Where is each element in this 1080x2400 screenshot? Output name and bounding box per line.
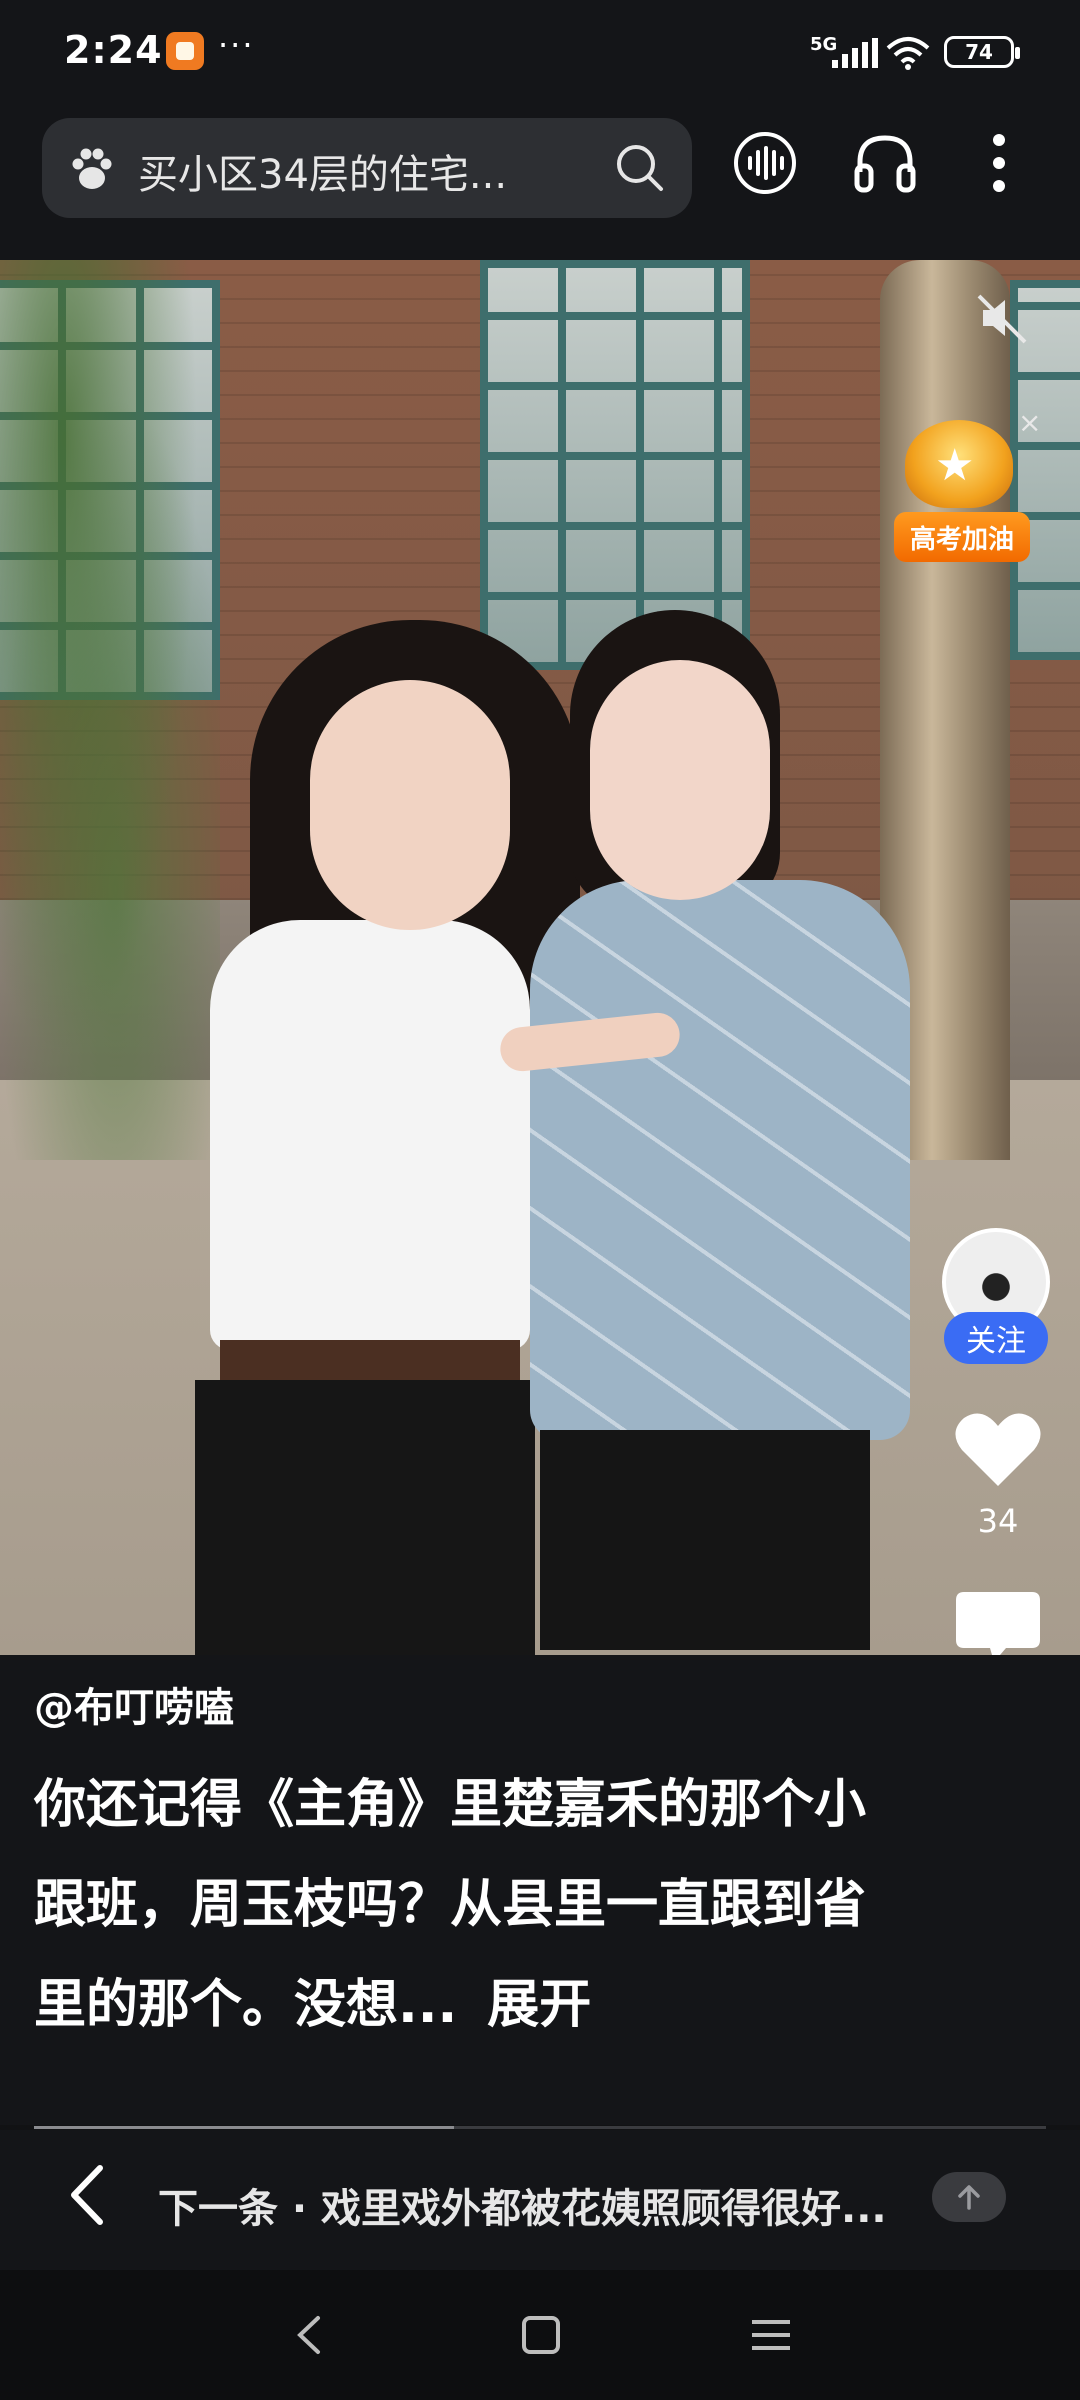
mute-icon[interactable] <box>975 290 1031 346</box>
post-description[interactable]: 你还记得《主角》里楚嘉禾的那个小跟班，周玉枝吗？从县里一直跟到省里的那个。没想.… <box>34 1755 894 2055</box>
search-icon[interactable] <box>612 140 668 196</box>
back-arrow-icon[interactable] <box>62 2160 112 2230</box>
author-name[interactable]: @布叮唠嗑 <box>34 1675 234 1733</box>
close-icon[interactable]: × <box>1018 406 1041 439</box>
description-text: 你还记得《主角》里楚嘉禾的那个小跟班，周玉枝吗？从县里一直跟到省里的那个。没想.… <box>34 1775 867 2035</box>
like-count: 34 <box>977 1502 1019 1540</box>
person-right-jacket <box>530 880 910 1440</box>
star-icon: ★ <box>935 440 975 491</box>
more-notifications-indicator: ··· <box>218 26 255 64</box>
window <box>480 260 750 670</box>
system-navigation-bar <box>0 2270 1080 2400</box>
arrow-up-icon <box>958 2185 980 2210</box>
signal-icon <box>832 38 878 68</box>
search-query[interactable]: 买小区34层的住宅... <box>138 142 618 200</box>
expand-button[interactable]: 展开 <box>487 1975 591 2035</box>
person-right-face <box>590 660 770 900</box>
person-left-pants <box>195 1380 535 1655</box>
next-video-title[interactable]: 下一条 · 戏里戏外都被花姨照顾得很好... <box>158 2176 918 2234</box>
nav-home-icon[interactable] <box>516 2310 566 2360</box>
tree-leaves <box>0 260 220 1160</box>
nav-menu-icon[interactable] <box>746 2310 796 2360</box>
scroll-up-button[interactable] <box>932 2172 1006 2222</box>
top-header: 买小区34层的住宅... <box>0 110 1080 260</box>
wifi-icon <box>886 37 930 70</box>
voice-assistant-icon[interactable] <box>732 130 798 196</box>
battery-level: 74 <box>965 40 993 64</box>
status-bar: 2:24 ··· 5G 74 <box>0 0 1080 110</box>
next-video-bar[interactable]: 下一条 · 戏里戏外都被花姨照顾得很好... <box>0 2130 1080 2270</box>
status-time: 2:24 <box>64 28 163 72</box>
headphones-icon[interactable] <box>852 130 918 196</box>
nav-back-icon[interactable] <box>284 2310 334 2360</box>
like-heart-icon[interactable] <box>950 1404 1046 1494</box>
progress-fill <box>34 2126 454 2129</box>
battery-icon: 74 <box>944 36 1020 68</box>
more-vertical-icon[interactable] <box>966 130 1032 196</box>
campaign-badge[interactable]: 高考加油 <box>894 512 1030 562</box>
person-right-shorts <box>540 1430 870 1650</box>
follow-button[interactable]: 关注 <box>944 1312 1048 1364</box>
search-bar[interactable]: 买小区34层的住宅... <box>42 118 692 218</box>
paw-logo-icon <box>72 148 112 189</box>
app-notification-icon <box>166 32 204 70</box>
person-left-face <box>310 680 510 930</box>
person-left-shirt <box>210 920 530 1350</box>
